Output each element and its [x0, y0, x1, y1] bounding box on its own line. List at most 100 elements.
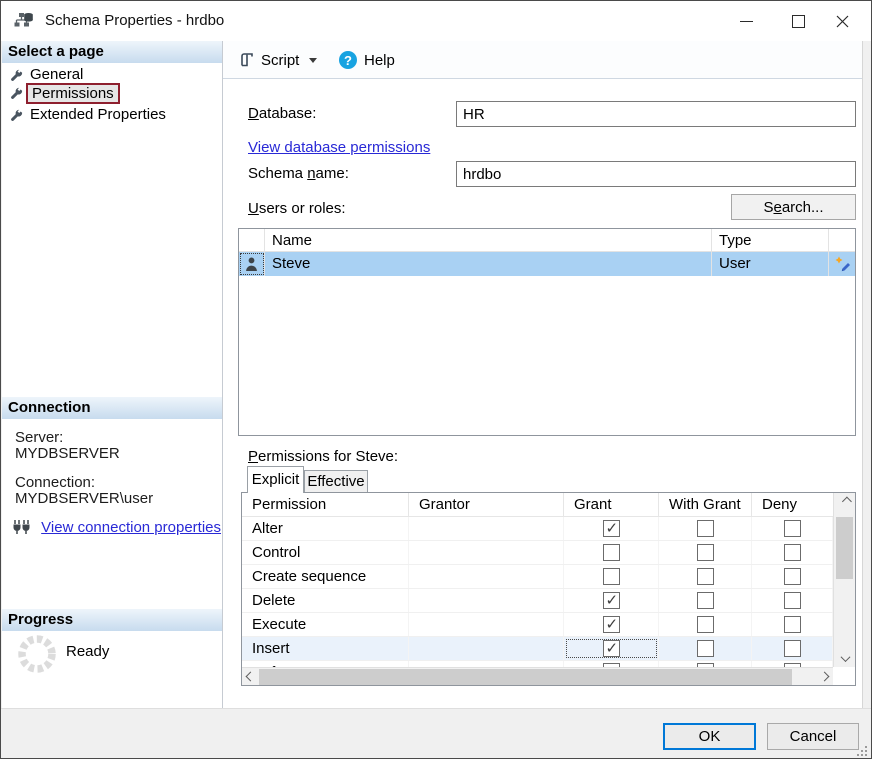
permissions-for-label: Permissions for Steve:	[248, 448, 399, 465]
wrench-icon	[11, 69, 23, 81]
horizontal-scrollbar[interactable]	[242, 667, 833, 685]
script-dropdown-icon[interactable]	[309, 57, 318, 63]
script-button[interactable]: Script	[233, 46, 323, 74]
users-column-name[interactable]: Name	[265, 229, 712, 251]
maximize-button[interactable]	[775, 1, 821, 41]
perm-row-alter[interactable]: Alter	[242, 517, 833, 541]
server-label: Server:	[15, 429, 64, 446]
sidebar-item-permissions[interactable]: Permissions	[2, 83, 222, 104]
minimize-button[interactable]	[723, 1, 769, 41]
resize-grip[interactable]	[856, 745, 868, 757]
connection-plug-icon	[13, 520, 30, 534]
deny-checkbox[interactable]	[783, 568, 801, 585]
with-grant-checkbox[interactable]	[696, 568, 714, 585]
grant-checkbox[interactable]	[602, 615, 620, 633]
vertical-scrollbar[interactable]	[833, 493, 855, 667]
sidebar: Select a page General Permissions Extend…	[2, 41, 223, 708]
deny-checkbox[interactable]	[783, 616, 801, 633]
row-edit-cell[interactable]	[829, 252, 855, 276]
tab-explicit[interactable]: Explicit	[247, 466, 304, 493]
users-or-roles-table: Name Type Steve User	[238, 228, 856, 436]
grant-checkbox[interactable]	[602, 591, 620, 609]
title-bar[interactable]: Schema Properties - hrdbo	[1, 1, 871, 41]
script-icon	[241, 53, 253, 67]
close-icon	[836, 15, 848, 27]
with-grant-checkbox[interactable]	[696, 520, 714, 537]
deny-checkbox[interactable]	[783, 640, 801, 657]
column-deny[interactable]: Deny	[752, 493, 833, 516]
user-icon	[246, 257, 257, 271]
scroll-up-icon[interactable]	[834, 493, 856, 510]
grant-checkbox[interactable]	[602, 568, 620, 585]
perm-row-execute[interactable]: Execute	[242, 613, 833, 637]
edit-user-icon	[835, 256, 850, 271]
select-a-page-header: Select a page	[2, 41, 222, 63]
column-permission[interactable]: Permission	[242, 493, 409, 516]
scroll-right-icon[interactable]	[816, 668, 833, 685]
user-name-cell[interactable]: Steve	[265, 252, 712, 276]
view-connection-properties-link[interactable]: View connection properties	[41, 519, 221, 536]
schema-icon	[14, 13, 33, 27]
schema-name-field[interactable]	[456, 161, 856, 187]
perm-row-delete[interactable]: Delete	[242, 589, 833, 613]
deny-checkbox[interactable]	[783, 520, 801, 537]
vertical-scroll-thumb[interactable]	[836, 517, 853, 579]
sidebar-item-general[interactable]: General	[2, 65, 222, 85]
column-grant[interactable]: Grant	[564, 493, 659, 516]
progress-status: Ready	[66, 643, 110, 660]
horizontal-scroll-thumb[interactable]	[259, 669, 792, 685]
permissions-annotation-box: Permissions	[26, 83, 120, 104]
user-icon-cell	[239, 252, 265, 276]
perm-row-control[interactable]: Control	[242, 541, 833, 565]
with-grant-checkbox[interactable]	[696, 616, 714, 633]
user-type-cell[interactable]: User	[712, 252, 829, 276]
perm-row-insert[interactable]: Insert	[242, 637, 833, 661]
with-grant-checkbox[interactable]	[696, 592, 714, 609]
main-panel: Script ? Help Database: View database pe…	[223, 41, 863, 708]
progress-header: Progress	[2, 609, 222, 631]
window-title: Schema Properties - hrdbo	[45, 12, 225, 29]
grant-checkbox[interactable]	[602, 639, 620, 657]
grant-checkbox[interactable]	[602, 519, 620, 537]
grant-checkbox[interactable]	[602, 544, 620, 561]
tab-effective[interactable]: Effective	[304, 470, 368, 492]
ok-button[interactable]: OK	[663, 723, 756, 750]
permissions-grid: Permission Grantor Grant With Grant Deny…	[241, 492, 856, 686]
with-grant-checkbox[interactable]	[696, 640, 714, 657]
column-with-grant[interactable]: With Grant	[659, 493, 752, 516]
wrench-icon	[11, 87, 23, 99]
view-database-permissions-link[interactable]: View database permissions	[248, 139, 430, 156]
column-grantor[interactable]: Grantor	[409, 493, 564, 516]
help-button[interactable]: ? Help	[333, 46, 401, 74]
permissions-grid-body: Alter Control Create sequence	[242, 517, 833, 667]
footer: OK Cancel	[1, 708, 871, 758]
connection-header: Connection	[2, 397, 222, 419]
perm-row-create-sequence[interactable]: Create sequence	[242, 565, 833, 589]
search-button[interactable]: Search...	[731, 194, 856, 220]
schema-name-label: Schema name:	[248, 165, 349, 182]
users-table-row-steve[interactable]: Steve User	[239, 252, 855, 276]
database-label: Database:	[248, 105, 317, 122]
help-icon: ?	[339, 51, 357, 69]
focused-grant-cell	[564, 637, 659, 660]
users-table-header: Name Type	[239, 229, 855, 252]
progress-spinner-icon	[18, 635, 56, 673]
wrench-icon	[11, 109, 23, 121]
connection-label: Connection:	[15, 474, 96, 491]
users-column-type[interactable]: Type	[712, 229, 829, 251]
with-grant-checkbox[interactable]	[696, 544, 714, 561]
scroll-down-icon[interactable]	[834, 650, 856, 667]
deny-checkbox[interactable]	[783, 592, 801, 609]
server-value: MYDBSERVER	[15, 445, 120, 462]
toolbar: Script ? Help	[223, 41, 862, 79]
schema-properties-dialog: Schema Properties - hrdbo Select a page …	[0, 0, 872, 759]
close-button[interactable]	[819, 1, 865, 41]
cancel-button[interactable]: Cancel	[767, 723, 859, 750]
database-field[interactable]	[456, 101, 856, 127]
deny-checkbox[interactable]	[783, 544, 801, 561]
permissions-grid-header: Permission Grantor Grant With Grant Deny	[242, 493, 833, 517]
sidebar-item-extended-properties[interactable]: Extended Properties	[2, 105, 222, 125]
connection-value: MYDBSERVER\user	[15, 490, 154, 507]
users-or-roles-label: Users or roles:	[248, 200, 346, 217]
scroll-left-icon[interactable]	[242, 668, 259, 685]
